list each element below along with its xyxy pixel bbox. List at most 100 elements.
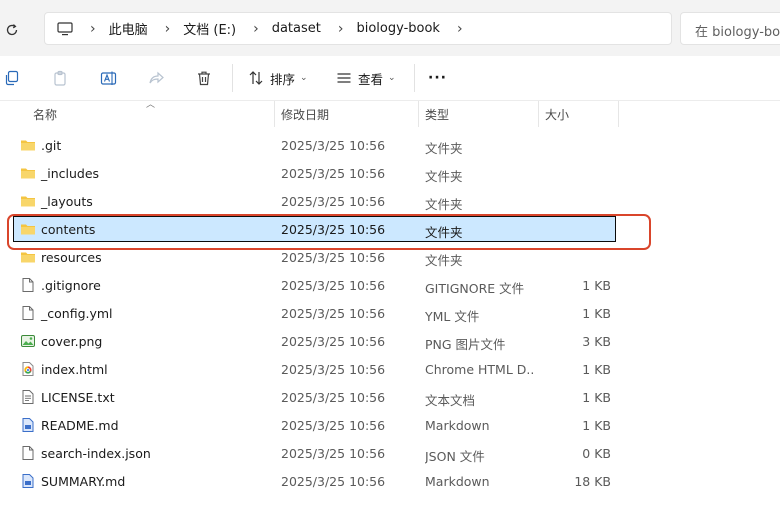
folder-icon	[20, 193, 36, 209]
search-input[interactable]: 在 biology-book 中搜索	[680, 12, 780, 45]
file-size: 1 KB	[582, 278, 611, 293]
file-name: README.md	[41, 418, 119, 433]
file-type: GITIGNORE 文件	[425, 281, 525, 296]
column-header-size[interactable]: 大小	[545, 106, 569, 123]
more-icon: ···	[428, 70, 447, 86]
file-date: 2025/3/25 10:56	[281, 334, 386, 349]
file-size: 1 KB	[582, 390, 611, 405]
file-date: 2025/3/25 10:56	[281, 306, 386, 321]
file-date: 2025/3/25 10:56	[281, 278, 386, 293]
column-divider[interactable]	[274, 101, 275, 127]
file-row[interactable]: _layouts 2025/3/25 10:56 文件夹	[14, 188, 615, 214]
share-icon	[149, 71, 164, 84]
sort-ascending-icon: ︿	[146, 100, 156, 110]
share-button[interactable]	[148, 66, 164, 90]
file-size: 1 KB	[582, 306, 611, 321]
file-type: 文件夹	[425, 253, 463, 268]
file-size: 3 KB	[582, 334, 611, 349]
refresh-button[interactable]	[0, 18, 24, 42]
refresh-icon	[6, 24, 18, 36]
file-date: 2025/3/25 10:56	[281, 474, 386, 489]
column-header-row: ︿ 名称 修改日期 类型 大小	[0, 100, 780, 127]
paste-icon	[54, 70, 66, 86]
column-divider[interactable]	[418, 101, 419, 127]
file-icon	[20, 277, 36, 293]
file-type: 文件夹	[425, 197, 463, 212]
column-header-name[interactable]: 名称	[33, 106, 57, 123]
file-name: .git	[41, 138, 62, 153]
file-row[interactable]: cover.png 2025/3/25 10:56 PNG 图片文件 3 KB	[14, 328, 615, 354]
command-bar: 排序 ⌄ 查看 ⌄ ···	[0, 56, 780, 101]
file-date: 2025/3/25 10:56	[281, 362, 386, 377]
rename-icon	[100, 71, 117, 85]
chevron-right-icon[interactable]: ›	[165, 22, 171, 36]
file-name: LICENSE.txt	[41, 390, 115, 405]
file-row[interactable]: _includes 2025/3/25 10:56 文件夹	[14, 160, 615, 186]
file-name: _includes	[41, 166, 100, 181]
file-type: Markdown	[425, 474, 490, 489]
paste-button[interactable]	[52, 66, 68, 90]
file-type: 文件夹	[425, 169, 463, 184]
folder-icon	[20, 137, 36, 153]
view-button[interactable]: 查看 ⌄	[336, 66, 396, 90]
file-type: YML 文件	[425, 309, 480, 324]
file-row[interactable]: .gitignore 2025/3/25 10:56 GITIGNORE 文件 …	[14, 272, 615, 298]
chevron-right-icon[interactable]: ›	[338, 22, 344, 36]
chevron-right-icon[interactable]: ›	[253, 22, 259, 36]
file-name: _config.yml	[41, 306, 113, 321]
breadcrumb[interactable]: › 此电脑 › 文档 (E:) › dataset › biology-book…	[44, 12, 672, 45]
file-date: 2025/3/25 10:56	[281, 446, 386, 461]
file-name: SUMMARY.md	[41, 474, 126, 489]
file-date: 2025/3/25 10:56	[281, 138, 386, 153]
file-size: 1 KB	[582, 362, 611, 377]
copy-button[interactable]	[4, 66, 20, 90]
address-bar: › 此电脑 › 文档 (E:) › dataset › biology-book…	[0, 0, 780, 56]
file-name: search-index.json	[41, 446, 151, 461]
trash-icon	[198, 71, 210, 86]
view-icon	[337, 73, 351, 83]
file-name: .gitignore	[41, 278, 101, 293]
column-header-date[interactable]: 修改日期	[281, 106, 329, 123]
column-divider[interactable]	[618, 101, 619, 127]
file-date: 2025/3/25 10:56	[281, 250, 386, 265]
file-row[interactable]: README.md 2025/3/25 10:56 Markdown 1 KB	[14, 412, 615, 438]
file-row[interactable]: .git 2025/3/25 10:56 文件夹	[14, 132, 615, 158]
column-header-type[interactable]: 类型	[425, 106, 449, 123]
file-row[interactable]: search-index.json 2025/3/25 10:56 JSON 文…	[14, 440, 615, 466]
breadcrumb-item-biology-book[interactable]: biology-book	[356, 21, 439, 36]
file-type: Markdown	[425, 418, 490, 433]
file-name: cover.png	[41, 334, 103, 349]
this-pc-icon[interactable]	[57, 21, 73, 36]
file-date: 2025/3/25 10:56	[281, 194, 386, 209]
chevron-right-icon[interactable]: ›	[90, 22, 96, 36]
toolbar-divider	[232, 64, 233, 92]
image-file-icon	[20, 333, 36, 349]
markdown-file-icon	[20, 473, 36, 489]
file-row[interactable]: index.html 2025/3/25 10:56 Chrome HTML D…	[14, 356, 615, 382]
chevron-right-icon[interactable]: ›	[457, 22, 463, 36]
file-row[interactable]: SUMMARY.md 2025/3/25 10:56 Markdown 18 K…	[14, 468, 615, 494]
delete-button[interactable]	[196, 66, 212, 90]
breadcrumb-item-this-pc[interactable]: 此电脑	[109, 19, 148, 38]
folder-icon	[20, 249, 36, 265]
file-row[interactable]: LICENSE.txt 2025/3/25 10:56 文本文档 1 KB	[14, 384, 615, 410]
file-name: resources	[41, 250, 102, 265]
markdown-file-icon	[20, 417, 36, 433]
file-type: 文件夹	[425, 141, 463, 156]
file-type: PNG 图片文件	[425, 337, 506, 352]
toolbar-divider	[414, 64, 415, 92]
file-row[interactable]: _config.yml 2025/3/25 10:56 YML 文件 1 KB	[14, 300, 615, 326]
breadcrumb-item-drive[interactable]: 文档 (E:)	[183, 19, 236, 38]
more-options-button[interactable]: ···	[428, 66, 447, 90]
file-icon	[20, 305, 36, 321]
file-name: _layouts	[41, 194, 93, 209]
column-divider[interactable]	[538, 101, 539, 127]
sort-icon	[249, 71, 263, 85]
sort-label: 排序	[270, 71, 296, 87]
chevron-down-icon: ⌄	[388, 73, 396, 83]
rename-button[interactable]	[100, 66, 118, 90]
file-date: 2025/3/25 10:56	[281, 166, 386, 181]
folder-icon	[20, 165, 36, 181]
breadcrumb-item-dataset[interactable]: dataset	[272, 21, 321, 36]
sort-button[interactable]: 排序 ⌄	[248, 66, 308, 90]
